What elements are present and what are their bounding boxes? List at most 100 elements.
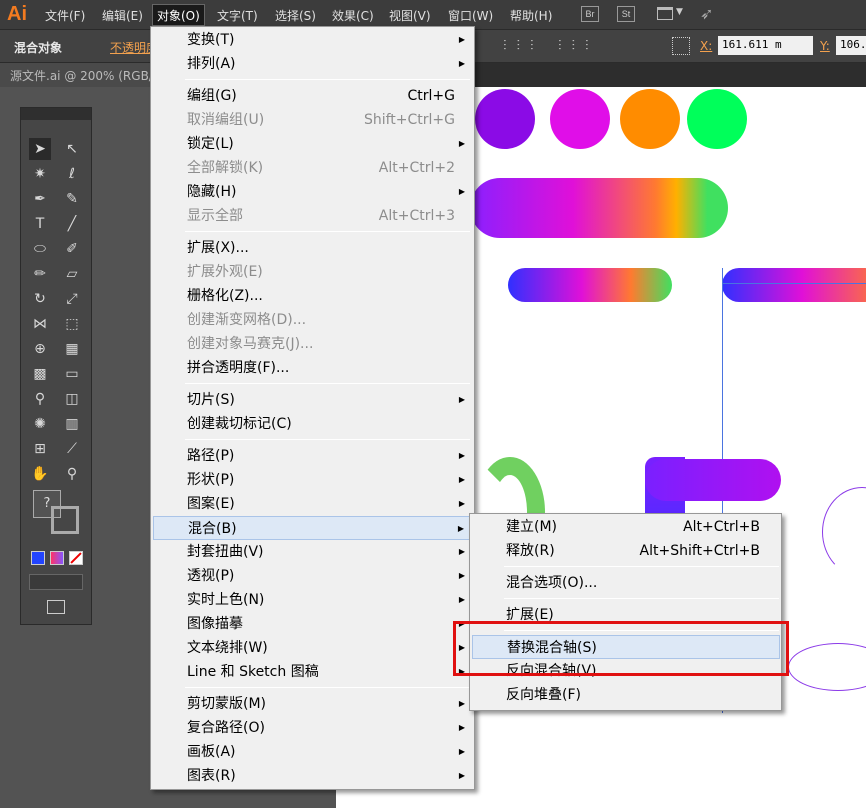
menu-select[interactable]: 选择(S)	[275, 7, 316, 24]
symbol-sprayer-icon[interactable]: ✺	[29, 413, 51, 435]
rotate-icon[interactable]: ↻	[29, 288, 51, 310]
object_menu-item[interactable]: 形状(P) ▶	[153, 468, 473, 492]
x-field[interactable]: 161.611 m	[718, 36, 813, 55]
object_menu-item[interactable]: 扩展(X)...	[153, 236, 473, 260]
transform-grid-icon[interactable]	[672, 37, 690, 55]
paintbrush-icon[interactable]: ✐	[61, 238, 83, 260]
object_menu-item[interactable]: 变换(T) ▶	[153, 28, 473, 52]
object_menu-item[interactable]: 切片(S) ▶	[153, 388, 473, 412]
menu-type[interactable]: 文字(T)	[217, 7, 258, 24]
object_menu-item[interactable]: 图像描摹 ▶	[153, 612, 473, 636]
menu-view[interactable]: 视图(V)	[389, 7, 431, 24]
width-tool-icon[interactable]: ⋈	[29, 313, 51, 335]
artboard-tool-icon[interactable]: ⊞	[29, 438, 51, 460]
object_menu-item[interactable]: 栅格化(Z)...	[153, 284, 473, 308]
menu-window[interactable]: 窗口(W)	[448, 7, 493, 24]
blend_submenu-item[interactable]: 释放(R) Alt+Shift+Ctrl+B	[472, 539, 780, 563]
screen-mode-icon[interactable]	[47, 600, 65, 614]
eyedropper-icon[interactable]: ⚲	[29, 388, 51, 410]
color-mode-icon[interactable]	[31, 551, 45, 565]
object_menu-item[interactable]: Line 和 Sketch 图稿 ▶	[153, 660, 473, 684]
magenta-circle[interactable]	[550, 89, 610, 149]
gpu-rocket-icon[interactable]: ➶	[700, 4, 713, 23]
blend_submenu-item[interactable]: 建立(M) Alt+Ctrl+B	[472, 515, 780, 539]
chevron-down-icon[interactable]: ▼	[676, 7, 683, 17]
object_menu-item[interactable]: 画板(A) ▶	[153, 740, 473, 764]
purple-blend-horizontal[interactable]	[645, 459, 781, 501]
graph-tool-icon[interactable]: ▥	[61, 413, 83, 435]
orange-circle[interactable]	[620, 89, 680, 149]
object_menu-item[interactable]: 文本绕排(W) ▶	[153, 636, 473, 660]
menu-separator	[185, 383, 470, 384]
object_menu-item[interactable]: 混合(B) ▶	[153, 516, 473, 540]
menu-effect[interactable]: 效果(C)	[332, 7, 374, 24]
tools-panel-header[interactable]	[21, 108, 91, 120]
perspective-grid-icon[interactable]: ▦	[61, 338, 83, 360]
free-transform-icon[interactable]: ⬚	[61, 313, 83, 335]
object_menu-item[interactable]: 锁定(L) ▶	[153, 132, 473, 156]
menu-item-label: 取消编组(U)	[187, 112, 265, 128]
object_menu-item[interactable]: 编组(G) Ctrl+G	[153, 84, 473, 108]
hand-tool-icon[interactable]: ✋	[29, 463, 51, 485]
pencil-icon[interactable]: ✏	[29, 263, 51, 285]
align-icons[interactable]: ⫶⫶⫶ ⫶⫶⫶	[503, 38, 598, 54]
object_menu-item[interactable]: 图表(R) ▶	[153, 764, 473, 788]
type-tool-icon[interactable]: T	[29, 213, 51, 235]
menu-item-label: 排列(A)	[187, 56, 236, 72]
eraser-icon[interactable]: ▱	[61, 263, 83, 285]
gradient-mode-icon[interactable]	[50, 551, 64, 565]
purple-circle[interactable]	[475, 89, 535, 149]
line-tool-icon[interactable]: ╱	[61, 213, 83, 235]
object_menu-item[interactable]: 封套扭曲(V) ▶	[153, 540, 473, 564]
blend-pill-small[interactable]	[508, 268, 672, 302]
curvature-tool-icon[interactable]: ✎	[61, 188, 83, 210]
selected-blend-pill[interactable]	[722, 268, 866, 302]
blend-pill-large[interactable]	[470, 178, 728, 238]
object_menu-item[interactable]: 创建裁切标记(C)	[153, 412, 473, 436]
y-field[interactable]: 106.8	[836, 36, 866, 55]
document-tab[interactable]: 源文件.ai @ 200% (RGB/	[0, 63, 163, 87]
menu-help[interactable]: 帮助(H)	[510, 7, 552, 24]
slice-tool-icon[interactable]: ⟋	[61, 438, 83, 460]
stock-button[interactable]: St	[617, 6, 635, 22]
object-menu-dropdown: 变换(T) ▶ 排列(A) ▶ 编组(G) Ctrl+G 取消编组(U) Shift+Ctrl…	[150, 26, 475, 790]
none-mode-icon[interactable]	[69, 551, 83, 565]
object_menu-item[interactable]: 图案(E) ▶	[153, 492, 473, 516]
object_menu-item[interactable]: 排列(A) ▶	[153, 52, 473, 76]
object_menu-item[interactable]: 路径(P) ▶	[153, 444, 473, 468]
magic-wand-icon[interactable]: ✷	[29, 163, 51, 185]
artboard-bottom	[336, 790, 866, 808]
menu-item-label: 文本绕排(W)	[187, 640, 268, 656]
direct-selection-tool-icon[interactable]: ↖	[61, 138, 83, 160]
object_menu-item[interactable]: 剪切蒙版(M) ▶	[153, 692, 473, 716]
blend_submenu-item[interactable]: 混合选项(O)...	[472, 571, 780, 595]
menu-file[interactable]: 文件(F)	[45, 7, 85, 24]
selection-tool-icon[interactable]: ➤	[29, 138, 51, 160]
blend-tool-icon[interactable]: ◫	[61, 388, 83, 410]
menu-item-label: 图案(E)	[187, 496, 235, 512]
object_menu-item[interactable]: 透视(P) ▶	[153, 564, 473, 588]
mesh-tool-icon[interactable]: ▩	[29, 363, 51, 385]
draw-mode-icons[interactable]	[29, 574, 83, 590]
purple-ellipse-path[interactable]	[788, 643, 866, 691]
stroke-swatch-icon[interactable]	[51, 506, 79, 534]
submenu-arrow-icon: ▶	[458, 139, 465, 148]
gradient-tool-icon[interactable]: ▭	[61, 363, 83, 385]
zoom-tool-icon[interactable]: ⚲	[61, 463, 83, 485]
lasso-icon[interactable]: ℓ	[61, 163, 83, 185]
purple-arc-path[interactable]	[822, 487, 866, 577]
menu-object[interactable]: 对象(O)	[152, 4, 205, 26]
blend_submenu-item[interactable]: 反向堆叠(F)	[472, 683, 780, 707]
arrange-documents-icon[interactable]	[657, 7, 673, 20]
ellipse-tool-icon[interactable]: ⬭	[29, 238, 51, 260]
object_menu-item[interactable]: 复合路径(O) ▶	[153, 716, 473, 740]
green-circle[interactable]	[687, 89, 747, 149]
object_menu-item[interactable]: 隐藏(H) ▶	[153, 180, 473, 204]
object_menu-item[interactable]: 实时上色(N) ▶	[153, 588, 473, 612]
menu-edit[interactable]: 编辑(E)	[102, 7, 143, 24]
pen-tool-icon[interactable]: ✒	[29, 188, 51, 210]
scale-icon[interactable]: ⤢	[61, 288, 83, 310]
bridge-button[interactable]: Br	[581, 6, 599, 22]
shape-builder-icon[interactable]: ⊕	[29, 338, 51, 360]
object_menu-item[interactable]: 拼合透明度(F)...	[153, 356, 473, 380]
